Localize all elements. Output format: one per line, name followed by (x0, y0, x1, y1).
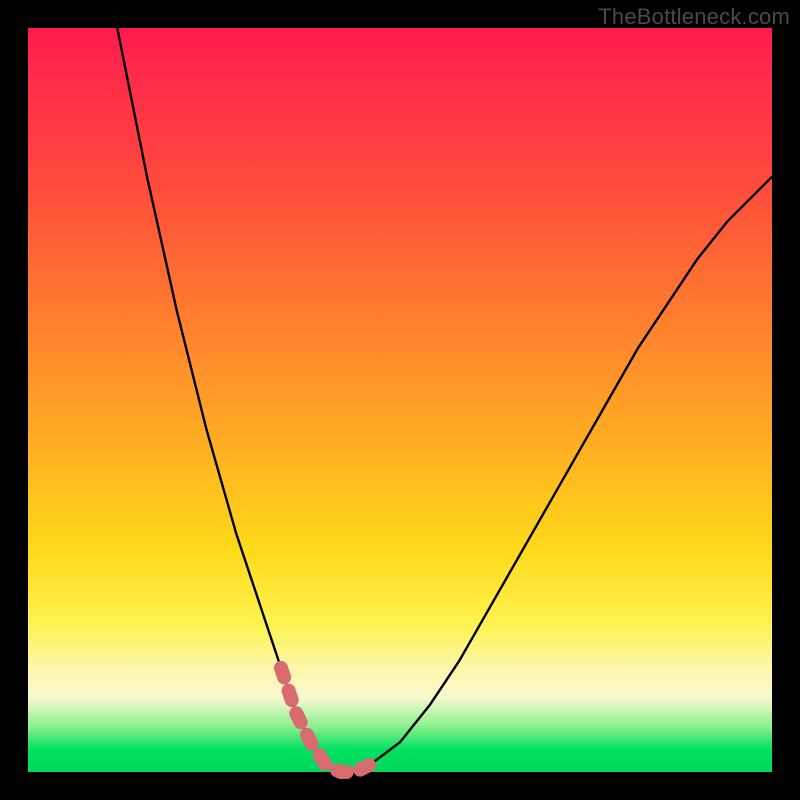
highlight-segment (281, 668, 370, 772)
watermark-text: TheBottleneck.com (598, 4, 790, 30)
plot-area (28, 28, 772, 772)
bottleneck-curve (117, 28, 772, 772)
chart-frame: TheBottleneck.com (0, 0, 800, 800)
curve-layer (28, 28, 772, 772)
